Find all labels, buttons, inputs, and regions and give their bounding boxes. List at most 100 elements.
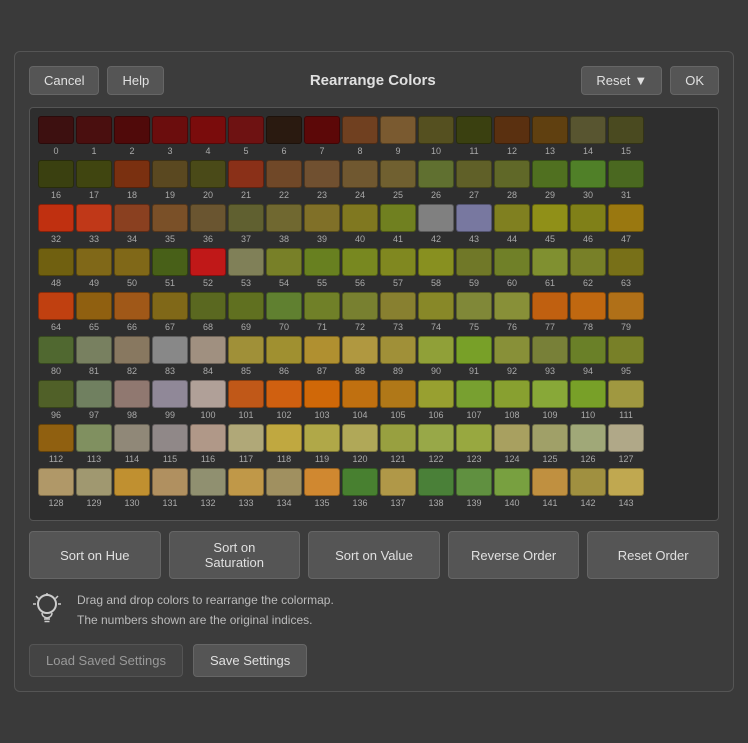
color-cell[interactable]: 39 [304, 204, 340, 244]
color-cell[interactable]: 116 [190, 424, 226, 464]
color-cell[interactable]: 114 [114, 424, 150, 464]
color-cell[interactable]: 89 [380, 336, 416, 376]
load-settings-button[interactable]: Load Saved Settings [29, 644, 183, 677]
sort-saturation-button[interactable]: Sort on Saturation [169, 531, 301, 579]
color-cell[interactable]: 76 [494, 292, 530, 332]
color-cell[interactable]: 20 [190, 160, 226, 200]
color-cell[interactable]: 72 [342, 292, 378, 332]
color-cell[interactable]: 71 [304, 292, 340, 332]
color-cell[interactable]: 80 [38, 336, 74, 376]
color-cell[interactable]: 51 [152, 248, 188, 288]
color-cell[interactable]: 4 [190, 116, 226, 156]
color-cell[interactable]: 143 [608, 468, 644, 508]
color-cell[interactable]: 107 [456, 380, 492, 420]
color-cell[interactable]: 86 [266, 336, 302, 376]
color-cell[interactable]: 97 [76, 380, 112, 420]
color-cell[interactable]: 105 [380, 380, 416, 420]
color-cell[interactable]: 43 [456, 204, 492, 244]
color-cell[interactable]: 106 [418, 380, 454, 420]
color-cell[interactable]: 40 [342, 204, 378, 244]
color-cell[interactable]: 59 [456, 248, 492, 288]
color-cell[interactable]: 99 [152, 380, 188, 420]
color-cell[interactable]: 41 [380, 204, 416, 244]
color-cell[interactable]: 58 [418, 248, 454, 288]
color-cell[interactable]: 25 [380, 160, 416, 200]
color-cell[interactable]: 142 [570, 468, 606, 508]
color-cell[interactable]: 5 [228, 116, 264, 156]
color-cell[interactable]: 134 [266, 468, 302, 508]
color-cell[interactable]: 75 [456, 292, 492, 332]
reverse-order-button[interactable]: Reverse Order [448, 531, 580, 579]
reset-order-button[interactable]: Reset Order [587, 531, 719, 579]
color-cell[interactable]: 77 [532, 292, 568, 332]
color-cell[interactable]: 127 [608, 424, 644, 464]
color-cell[interactable]: 93 [532, 336, 568, 376]
color-cell[interactable]: 7 [304, 116, 340, 156]
color-cell[interactable]: 73 [380, 292, 416, 332]
color-cell[interactable]: 33 [76, 204, 112, 244]
save-settings-button[interactable]: Save Settings [193, 644, 307, 677]
color-cell[interactable]: 129 [76, 468, 112, 508]
color-cell[interactable]: 54 [266, 248, 302, 288]
color-cell[interactable]: 31 [608, 160, 644, 200]
color-cell[interactable]: 16 [38, 160, 74, 200]
color-cell[interactable]: 48 [38, 248, 74, 288]
color-cell[interactable]: 62 [570, 248, 606, 288]
color-cell[interactable]: 84 [190, 336, 226, 376]
sort-hue-button[interactable]: Sort on Hue [29, 531, 161, 579]
color-cell[interactable]: 8 [342, 116, 378, 156]
color-cell[interactable]: 70 [266, 292, 302, 332]
color-cell[interactable]: 21 [228, 160, 264, 200]
color-cell[interactable]: 121 [380, 424, 416, 464]
color-cell[interactable]: 128 [38, 468, 74, 508]
color-cell[interactable]: 2 [114, 116, 150, 156]
color-cell[interactable]: 32 [38, 204, 74, 244]
color-cell[interactable]: 102 [266, 380, 302, 420]
color-cell[interactable]: 113 [76, 424, 112, 464]
color-cell[interactable]: 83 [152, 336, 188, 376]
color-cell[interactable]: 17 [76, 160, 112, 200]
color-cell[interactable]: 34 [114, 204, 150, 244]
color-cell[interactable]: 139 [456, 468, 492, 508]
color-cell[interactable]: 92 [494, 336, 530, 376]
color-cell[interactable]: 81 [76, 336, 112, 376]
color-cell[interactable]: 123 [456, 424, 492, 464]
color-cell[interactable]: 9 [380, 116, 416, 156]
color-cell[interactable]: 91 [456, 336, 492, 376]
color-cell[interactable]: 63 [608, 248, 644, 288]
color-cell[interactable]: 69 [228, 292, 264, 332]
color-cell[interactable]: 53 [228, 248, 264, 288]
color-cell[interactable]: 47 [608, 204, 644, 244]
color-cell[interactable]: 135 [304, 468, 340, 508]
color-cell[interactable]: 29 [532, 160, 568, 200]
color-cell[interactable]: 10 [418, 116, 454, 156]
color-cell[interactable]: 111 [608, 380, 644, 420]
color-cell[interactable]: 88 [342, 336, 378, 376]
color-cell[interactable]: 108 [494, 380, 530, 420]
color-cell[interactable]: 57 [380, 248, 416, 288]
color-cell[interactable]: 35 [152, 204, 188, 244]
color-cell[interactable]: 0 [38, 116, 74, 156]
color-cell[interactable]: 117 [228, 424, 264, 464]
color-cell[interactable]: 46 [570, 204, 606, 244]
color-cell[interactable]: 52 [190, 248, 226, 288]
color-cell[interactable]: 95 [608, 336, 644, 376]
color-cell[interactable]: 13 [532, 116, 568, 156]
color-cell[interactable]: 36 [190, 204, 226, 244]
help-button[interactable]: Help [107, 66, 164, 95]
color-cell[interactable]: 124 [494, 424, 530, 464]
color-cell[interactable]: 42 [418, 204, 454, 244]
color-cell[interactable]: 44 [494, 204, 530, 244]
color-cell[interactable]: 120 [342, 424, 378, 464]
color-cell[interactable]: 14 [570, 116, 606, 156]
color-cell[interactable]: 37 [228, 204, 264, 244]
color-cell[interactable]: 24 [342, 160, 378, 200]
color-cell[interactable]: 56 [342, 248, 378, 288]
color-cell[interactable]: 22 [266, 160, 302, 200]
color-cell[interactable]: 94 [570, 336, 606, 376]
color-cell[interactable]: 131 [152, 468, 188, 508]
color-cell[interactable]: 126 [570, 424, 606, 464]
color-cell[interactable]: 118 [266, 424, 302, 464]
color-cell[interactable]: 67 [152, 292, 188, 332]
color-cell[interactable]: 68 [190, 292, 226, 332]
